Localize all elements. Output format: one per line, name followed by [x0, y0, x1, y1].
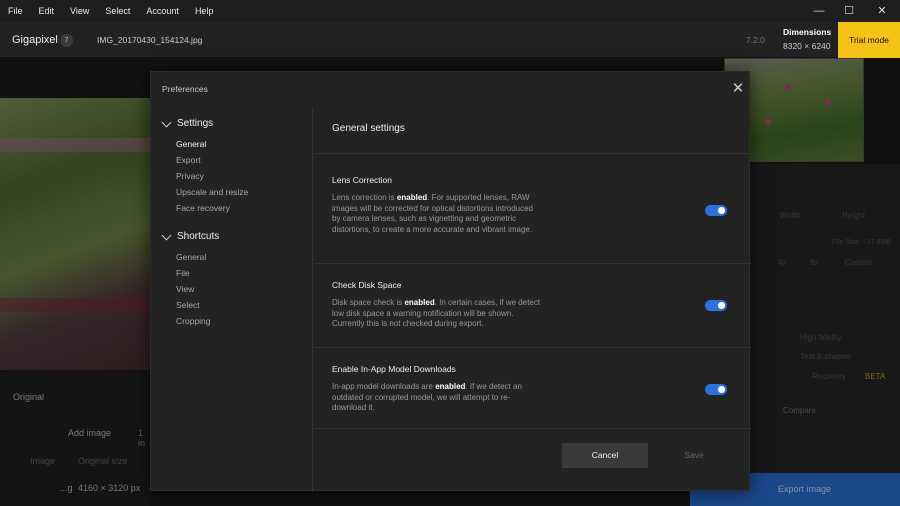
menu-select[interactable]: Select [97, 6, 138, 16]
chevron-down-icon [161, 117, 172, 127]
disk-space-toggle[interactable] [705, 300, 727, 311]
trial-mode-button[interactable]: Trial mode [838, 22, 900, 58]
preferences-sidebar: Settings General Export Privacy Upscale … [151, 107, 313, 492]
settings-section-header[interactable]: Settings [161, 117, 214, 129]
menu-view[interactable]: View [62, 6, 97, 16]
sidebar-item-shortcut-general[interactable]: General [176, 252, 206, 262]
sidebar-item-general[interactable]: General [176, 139, 206, 149]
close-icon[interactable]: ✕ [729, 80, 747, 98]
dialog-footer: Cancel Save [314, 428, 751, 492]
app-version: 7.2.0 [746, 35, 765, 45]
dialog-title: Preferences [162, 84, 208, 94]
menu-file[interactable]: File [0, 6, 31, 16]
content-title: General settings [332, 123, 405, 134]
preferences-dialog: Preferences ✕ Settings General Export Pr… [150, 71, 751, 492]
file-name: IMG_20170430_154124.jpg [97, 35, 203, 45]
shortcuts-section-header[interactable]: Shortcuts [161, 230, 220, 242]
chevron-down-icon [161, 230, 172, 240]
sidebar-item-shortcut-view[interactable]: View [176, 284, 194, 294]
disk-space-description: Disk space check is enabled. In certain … [332, 298, 541, 329]
sidebar-item-upscale[interactable]: Upscale and resize [176, 187, 248, 197]
sidebar-item-shortcut-cropping[interactable]: Cropping [176, 316, 211, 326]
sidebar-item-shortcut-file[interactable]: File [176, 268, 190, 278]
sidebar-item-face-recovery[interactable]: Face recovery [176, 203, 230, 213]
sidebar-item-export[interactable]: Export [176, 155, 201, 165]
window-close-icon[interactable]: ✕ [867, 0, 897, 22]
divider [314, 153, 751, 154]
shortcuts-section-label: Shortcuts [177, 231, 220, 242]
divider [314, 263, 751, 264]
model-downloads-description: In-app model downloads are enabled. If w… [332, 382, 522, 413]
menu-account[interactable]: Account [138, 6, 187, 16]
lens-correction-toggle[interactable] [705, 205, 727, 216]
menu-edit[interactable]: Edit [31, 6, 63, 16]
menu-bar: File Edit View Select Account Help [0, 0, 900, 22]
notification-badge[interactable]: 7 [60, 34, 73, 47]
model-downloads-title: Enable In-App Model Downloads [332, 364, 456, 374]
save-button[interactable]: Save [654, 443, 734, 468]
menu-help[interactable]: Help [187, 6, 222, 16]
divider [314, 347, 751, 348]
minimize-icon[interactable]: — [804, 0, 834, 22]
maximize-icon[interactable]: ☐ [834, 0, 864, 22]
dimensions-value: 8320 × 6240 [783, 41, 831, 51]
sidebar-item-shortcut-select[interactable]: Select [176, 300, 200, 310]
settings-section-label: Settings [177, 118, 214, 129]
lens-correction-description: Lens correction is enabled. For supporte… [332, 193, 533, 235]
lens-correction-title: Lens Correction [332, 175, 393, 185]
app-name: Gigapixel [12, 34, 58, 46]
disk-space-title: Check Disk Space [332, 280, 402, 290]
sidebar-item-privacy[interactable]: Privacy [176, 171, 204, 181]
model-downloads-toggle[interactable] [705, 384, 727, 395]
app-header: Gigapixel 7 IMG_20170430_154124.jpg 7.2.… [0, 22, 900, 58]
dimensions-label: Dimensions [783, 27, 832, 37]
cancel-button[interactable]: Cancel [562, 443, 648, 468]
